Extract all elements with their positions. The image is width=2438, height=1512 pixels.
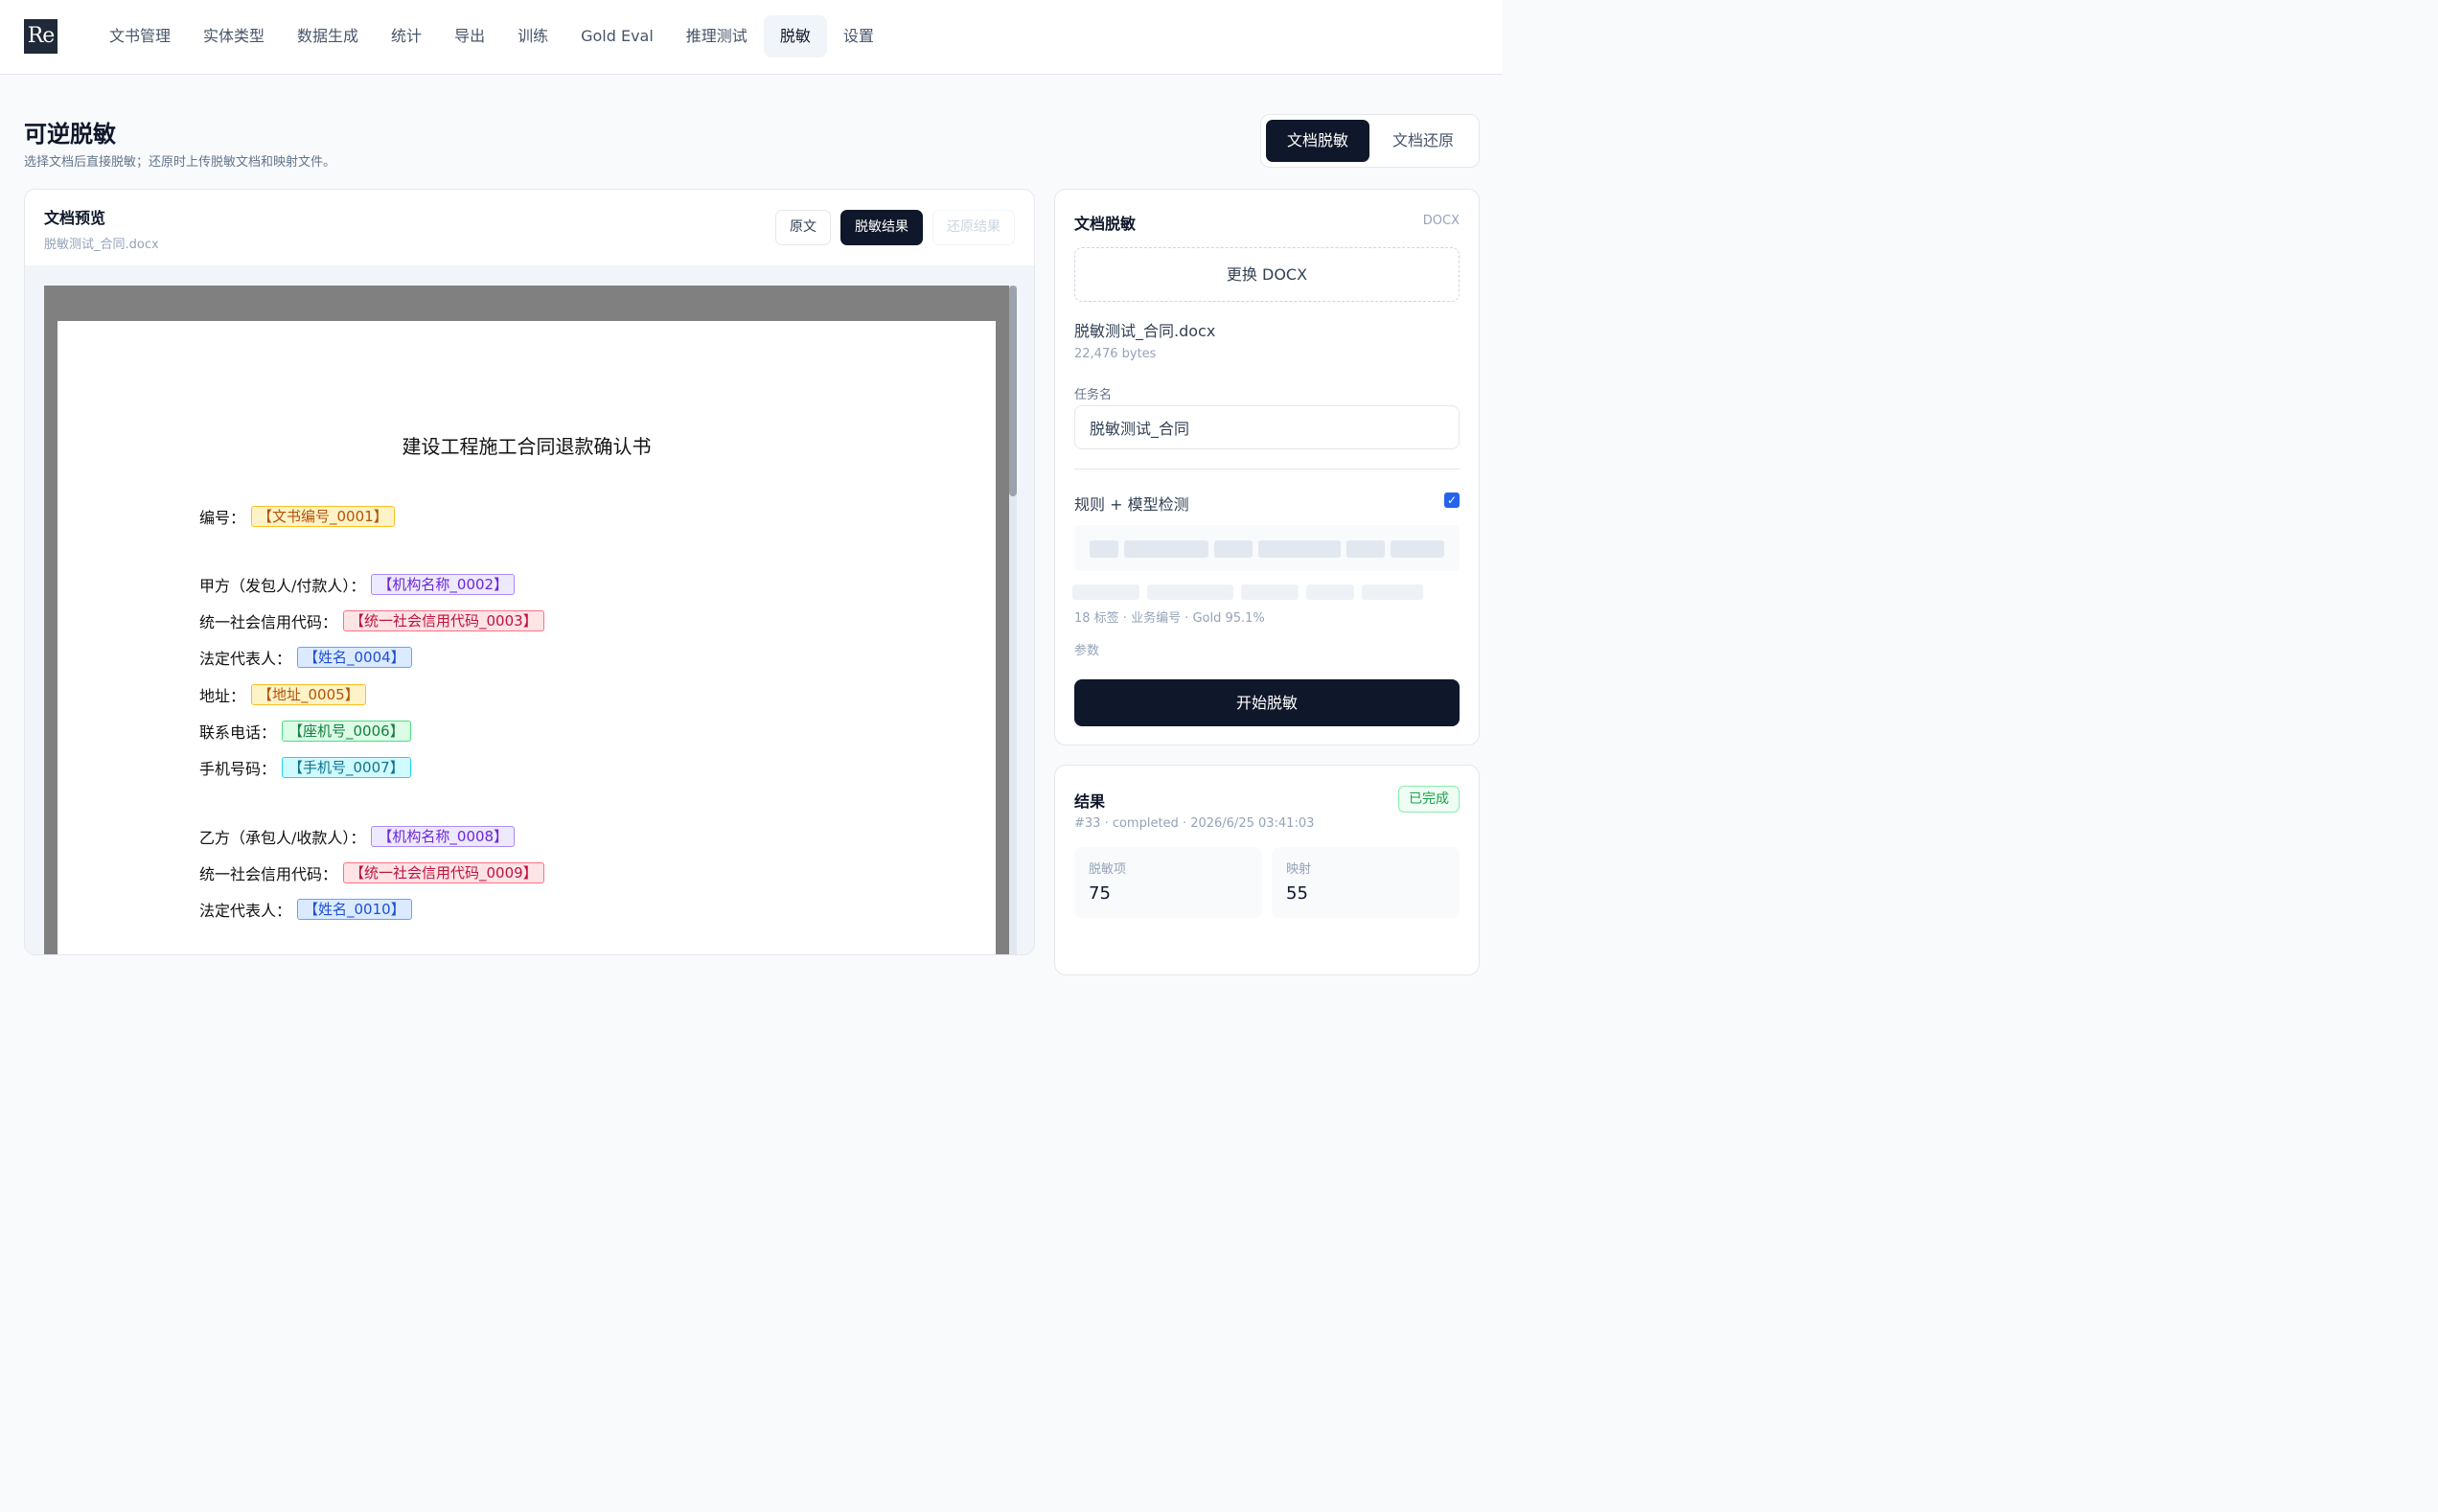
app-logo[interactable]: Re: [24, 19, 58, 54]
top-nav-bar: Re 文书管理 实体类型 数据生成 统计 导出 训练 Gold Eval 推理测试 脱敏 设置: [0, 0, 1503, 75]
replace-docx-button[interactable]: 更换 DOCX: [1074, 247, 1460, 302]
task-name-input[interactable]: [1074, 405, 1460, 449]
preview-file-name: 脱敏测试_合同.docx: [44, 238, 159, 252]
document-line: 统一社会信用代码： 【统一社会信用代码_0003】: [199, 609, 544, 632]
nav-item[interactable]: 数据生成: [281, 15, 375, 57]
stat-value: 75: [1089, 883, 1111, 904]
selected-file-name: 脱敏测试_合同.docx: [1074, 322, 1216, 340]
masked-entity-tag[interactable]: 【文书编号_0001】: [251, 506, 395, 527]
document-line: 地址： 【地址_0005】: [199, 683, 366, 706]
view-original-button[interactable]: 原文: [775, 210, 831, 245]
nav-item[interactable]: Gold Eval: [564, 15, 670, 57]
masked-entity-tag[interactable]: 【手机号_0007】: [282, 757, 411, 778]
status-badge: 已完成: [1398, 786, 1460, 813]
document-title: 建设工程施工合同退款确认书: [402, 435, 652, 458]
rule-model-checkbox[interactable]: ✓: [1444, 493, 1460, 508]
result-title: 结果: [1074, 792, 1106, 811]
mask-panel: 文档脱敏 DOCX 更换 DOCX 脱敏测试_合同.docx 22,476 by…: [1054, 189, 1480, 745]
document-line: 统一社会信用代码： 【统一社会信用代码_0009】: [199, 861, 544, 884]
preview-view-toggle: 原文 脱敏结果 还原结果: [775, 210, 1015, 245]
line-label: 统一社会信用代码：: [199, 865, 338, 883]
stat-label: 脱敏项: [1089, 862, 1127, 877]
line-label: 地址：: [199, 687, 246, 705]
divider: [1074, 469, 1460, 470]
masked-entity-tag[interactable]: 【姓名_0010】: [297, 899, 412, 920]
view-masked-button[interactable]: 脱敏结果: [840, 210, 923, 245]
page-title: 可逆脱敏: [24, 121, 116, 148]
masked-entity-tag[interactable]: 【机构名称_0008】: [371, 826, 516, 847]
document-line: 甲方（发包人/付款人）： 【机构名称_0002】: [199, 573, 516, 596]
rule-model-label: 规则 + 模型检测: [1074, 495, 1189, 514]
stat-label: 映射: [1286, 862, 1312, 877]
document-line: 乙方（承包人/收款人）： 【机构名称_0008】: [199, 825, 516, 848]
masked-entity-tag[interactable]: 【地址_0005】: [251, 684, 366, 705]
nav-item[interactable]: 脱敏: [763, 15, 827, 57]
nav-item[interactable]: 推理测试: [670, 15, 764, 57]
nav-item[interactable]: 实体类型: [187, 15, 281, 57]
line-label: 甲方（发包人/付款人）：: [199, 577, 366, 595]
stat-value: 55: [1286, 883, 1308, 904]
result-card: 结果 已完成 #33 · completed · 2026/6/25 03:41…: [1054, 765, 1480, 975]
line-label: 编号：: [199, 509, 246, 527]
masked-entity-tag[interactable]: 【机构名称_0002】: [371, 574, 516, 595]
view-restored-button[interactable]: 还原结果: [932, 210, 1015, 245]
page-subtitle: 选择文档后直接脱敏；还原时上传脱敏文档和映射文件。: [24, 155, 336, 170]
document-scrollbar[interactable]: [1009, 286, 1017, 954]
model-meta: 18 标签 · 业务编号 · Gold 95.1%: [1074, 611, 1265, 626]
masked-entity-tag[interactable]: 【姓名_0004】: [297, 647, 412, 668]
stat-mappings: 映射 55: [1272, 847, 1460, 918]
nav-item[interactable]: 文书管理: [93, 15, 187, 57]
line-label: 法定代表人：: [199, 902, 292, 920]
document-line: 法定代表人： 【姓名_0010】: [199, 898, 412, 921]
masked-entity-tag[interactable]: 【统一社会信用代码_0003】: [343, 610, 544, 631]
line-label: 联系电话：: [199, 723, 277, 742]
document-line: 手机号码： 【手机号_0007】: [199, 756, 411, 779]
mode-restore-button[interactable]: 文档还原: [1373, 120, 1473, 162]
model-select-redacted[interactable]: [1074, 525, 1460, 571]
mode-switch: 文档脱敏 文档还原: [1260, 114, 1480, 168]
format-label: DOCX: [1422, 214, 1460, 228]
main-nav: 文书管理 实体类型 数据生成 统计 导出 训练 Gold Eval 推理测试 脱敏 设置: [93, 15, 890, 57]
masked-entity-tag[interactable]: 【统一社会信用代码_0009】: [343, 862, 544, 883]
document-viewer[interactable]: 建设工程施工合同退款确认书 编号： 【文书编号_0001】甲方（发包人/付款人）：…: [44, 286, 1009, 954]
document-line: 编号： 【文书编号_0001】: [199, 505, 395, 528]
line-label: 法定代表人：: [199, 650, 292, 668]
line-label: 乙方（承包人/收款人）：: [199, 829, 366, 847]
params-label[interactable]: 参数: [1074, 640, 1099, 658]
scrollbar-thumb[interactable]: [1009, 286, 1017, 496]
preview-body: 建设工程施工合同退款确认书 编号： 【文书编号_0001】甲方（发包人/付款人）：…: [25, 265, 1034, 954]
mode-mask-button[interactable]: 文档脱敏: [1266, 120, 1369, 162]
nav-item[interactable]: 设置: [827, 15, 890, 57]
document-preview-card: 文档预览 脱敏测试_合同.docx 原文 脱敏结果 还原结果 建设工程施工合同退…: [24, 189, 1035, 955]
selected-file-size: 22,476 bytes: [1074, 347, 1157, 361]
document-page: 建设工程施工合同退款确认书 编号： 【文书编号_0001】甲方（发包人/付款人）：…: [58, 321, 996, 954]
masked-entity-tag[interactable]: 【座机号_0006】: [282, 721, 411, 742]
mask-panel-title: 文档脱敏: [1074, 215, 1137, 233]
line-label: 统一社会信用代码：: [199, 613, 338, 631]
nav-item[interactable]: 统计: [375, 15, 438, 57]
task-name-label: 任务名: [1074, 388, 1113, 402]
result-meta: #33 · completed · 2026/6/25 03:41:03: [1074, 816, 1315, 831]
nav-item[interactable]: 导出: [438, 15, 501, 57]
nav-item[interactable]: 训练: [501, 15, 564, 57]
model-info-redacted: [1072, 582, 1425, 603]
start-mask-button[interactable]: 开始脱敏: [1074, 679, 1460, 726]
line-label: 手机号码：: [199, 760, 277, 778]
preview-title: 文档预览: [44, 209, 106, 227]
document-line: 联系电话： 【座机号_0006】: [199, 720, 411, 743]
stat-masked-items: 脱敏项 75: [1074, 847, 1262, 918]
document-line: 法定代表人： 【姓名_0004】: [199, 646, 412, 669]
